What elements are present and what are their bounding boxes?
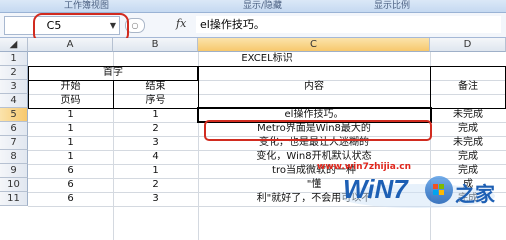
column-header-c[interactable]: C	[198, 38, 430, 52]
cell-d8[interactable]: 完成	[430, 150, 506, 164]
annotation-box-c5	[204, 120, 432, 141]
header-content[interactable]: 内容	[198, 80, 430, 94]
row-header[interactable]: 11	[0, 192, 28, 206]
row-header[interactable]: 2	[0, 66, 28, 80]
header-page[interactable]: 页码	[28, 94, 113, 108]
header-group[interactable]: 首字	[28, 66, 198, 80]
ribbon-group-workbook-views[interactable]: 工作簿视图	[64, 0, 109, 12]
cell-d6[interactable]: 完成	[430, 122, 506, 136]
row-header[interactable]: 9	[0, 164, 28, 178]
cell-a6[interactable]: 1	[28, 122, 113, 136]
sheet-title[interactable]: EXCEL标识	[28, 52, 506, 66]
column-header-d[interactable]: D	[430, 38, 506, 52]
watermark-logo: WiN7 之家	[337, 172, 500, 210]
row-header[interactable]: 4	[0, 94, 28, 108]
header-end[interactable]: 结束	[113, 80, 198, 94]
cell-b5[interactable]: 1	[113, 108, 198, 122]
watermark-suffix: 之家	[455, 182, 495, 206]
column-header-b[interactable]: B	[113, 38, 198, 52]
cell-d7[interactable]: 未完成	[430, 136, 506, 150]
cell-b7[interactable]: 3	[113, 136, 198, 150]
cell-a11[interactable]: 6	[28, 192, 113, 206]
cell-b6[interactable]: 2	[113, 122, 198, 136]
cell-b10[interactable]: 2	[113, 178, 198, 192]
row-header[interactable]: 8	[0, 150, 28, 164]
function-icon[interactable]: fx	[176, 17, 186, 30]
cell-d5[interactable]: 未完成	[430, 108, 506, 122]
ribbon-bar: 工作簿视图 显示/隐藏 显示比例	[0, 0, 506, 13]
cell-a10[interactable]: 6	[28, 178, 113, 192]
cell-b9[interactable]: 1	[113, 164, 198, 178]
cell-a8[interactable]: 1	[28, 150, 113, 164]
watermark-logo-text: WiN7	[343, 174, 408, 204]
row-header[interactable]: 6	[0, 122, 28, 136]
watermark-site: www.win7zhijia.cn	[317, 162, 411, 172]
column-header-a[interactable]: A	[28, 38, 113, 52]
header-note[interactable]: 备注	[430, 80, 506, 94]
row-header[interactable]: 1	[0, 52, 28, 66]
select-all-corner[interactable]: ◢	[0, 38, 28, 52]
row-header[interactable]: 7	[0, 136, 28, 150]
row-header[interactable]: 3	[0, 80, 28, 94]
row-header[interactable]: 5	[0, 108, 28, 122]
cell-a7[interactable]: 1	[28, 136, 113, 150]
header-start[interactable]: 开始	[28, 80, 113, 94]
row-header[interactable]: 10	[0, 178, 28, 192]
cell-a9[interactable]: 6	[28, 164, 113, 178]
cell-a5[interactable]: 1	[28, 108, 113, 122]
cell-b11[interactable]: 3	[113, 192, 198, 206]
formula-input[interactable]: el操作技巧。	[196, 16, 501, 33]
cell-b8[interactable]: 4	[113, 150, 198, 164]
ribbon-group-show-hide[interactable]: 显示/隐藏	[243, 0, 282, 12]
ribbon-group-zoom[interactable]: 显示比例	[374, 0, 410, 12]
header-serial[interactable]: 序号	[113, 94, 198, 108]
